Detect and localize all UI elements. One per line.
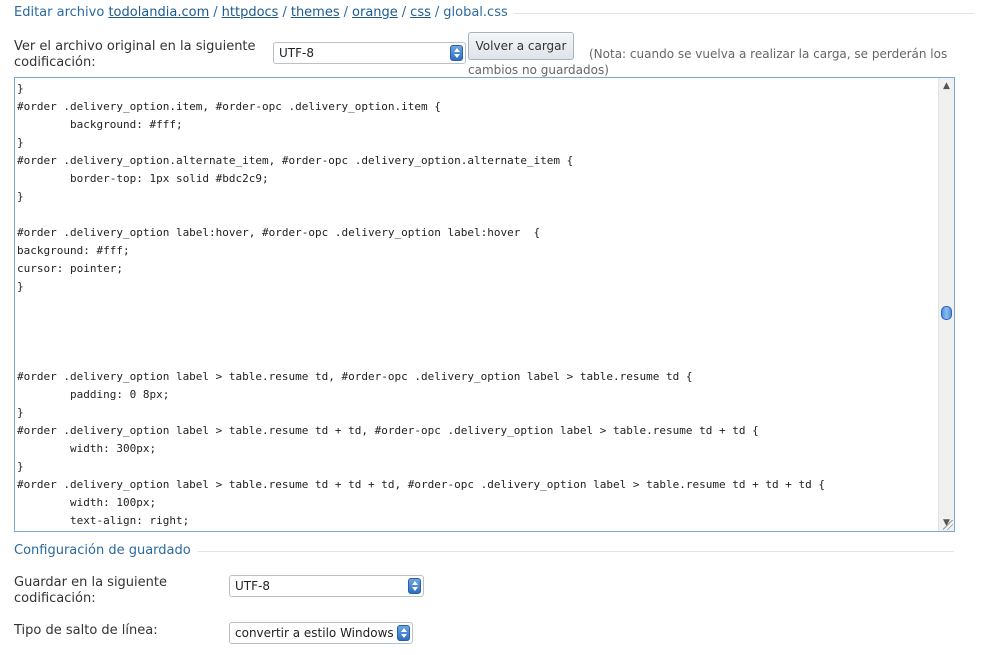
- code-line: #order .delivery_option.item, #order-opc…: [17, 100, 441, 113]
- code-line: }: [17, 460, 24, 473]
- code-line: border-top: 1px solid #bdc2c9;: [17, 172, 269, 185]
- scroll-up-icon[interactable]: ▲: [939, 78, 954, 94]
- breadcrumb-link-css[interactable]: css: [410, 5, 431, 20]
- select-arrows-icon: [450, 45, 463, 61]
- code-line: width: 300px;: [17, 442, 157, 455]
- original-encoding-value: UTF-8: [279, 46, 314, 60]
- code-line: #order .delivery_option.alternate_item, …: [17, 154, 574, 167]
- reload-note-line2: cambios no guardados): [468, 63, 609, 77]
- code-line: background: #fff;: [17, 244, 130, 257]
- reload-note-line1: (Nota: cuando se vuelva a realizar la ca…: [589, 47, 948, 61]
- code-text-area[interactable]: } #order .delivery_option.item, #order-op…: [17, 80, 935, 531]
- file-editor-page: Editar archivo todolandia.com / httpdocs / t…: [0, 0, 996, 655]
- code-line: #order .delivery_option label > table.re…: [17, 424, 759, 437]
- linebreak-select[interactable]: convertir a estilo Windows: [229, 622, 413, 644]
- code-line: cursor: pointer;: [17, 262, 123, 275]
- breadcrumb-current-file: global.css: [443, 5, 508, 20]
- save-encoding-value: UTF-8: [235, 579, 270, 593]
- linebreak-value: convertir a estilo Windows: [235, 626, 394, 640]
- save-encoding-label: Guardar en la siguiente codificación:: [14, 575, 214, 607]
- breadcrumb-link-domain[interactable]: todolandia.com: [108, 5, 209, 20]
- code-line: text-align: right;: [17, 514, 190, 527]
- breadcrumb-separator: /: [343, 5, 349, 20]
- select-arrows-icon: [397, 625, 410, 641]
- code-line: padding: 0 8px;: [17, 388, 170, 401]
- code-line: #order .delivery_option label > table.re…: [17, 478, 825, 491]
- code-line: }: [17, 82, 24, 95]
- breadcrumb-separator: /: [282, 5, 287, 20]
- code-line: background: #fff;: [17, 118, 183, 131]
- original-encoding-select[interactable]: UTF-8: [273, 42, 466, 64]
- breadcrumb-link-httpdocs[interactable]: httpdocs: [222, 5, 279, 20]
- editor-scrollbar[interactable]: ▲ ▼: [938, 78, 954, 531]
- resize-grip-icon[interactable]: [943, 520, 953, 530]
- save-encoding-label-line1: Guardar en la siguiente: [14, 575, 167, 590]
- code-line: width: 100px;: [17, 496, 157, 509]
- original-encoding-label-line1: Ver el archivo original en la siguiente: [14, 39, 256, 54]
- code-line: }: [17, 190, 24, 203]
- breadcrumb-separator: /: [434, 5, 440, 20]
- original-encoding-label-line2: codificación:: [14, 55, 96, 70]
- breadcrumb-separator: /: [213, 5, 218, 20]
- code-line: }: [17, 530, 935, 531]
- original-encoding-label: Ver el archivo original en la siguiente …: [14, 39, 264, 71]
- breadcrumb-link-orange[interactable]: orange: [352, 5, 398, 20]
- scrollbar-thumb[interactable]: [941, 305, 952, 320]
- save-encoding-select[interactable]: UTF-8: [229, 575, 424, 597]
- code-line: }: [17, 280, 24, 293]
- breadcrumb-link-themes[interactable]: themes: [291, 5, 340, 20]
- select-arrows-icon: [408, 578, 421, 594]
- save-encoding-label-line2: codificación:: [14, 591, 96, 606]
- code-editor[interactable]: } #order .delivery_option.item, #order-op…: [14, 77, 955, 532]
- code-line: #order .delivery_option label > table.re…: [17, 370, 693, 383]
- code-line: }: [17, 406, 24, 419]
- reload-button[interactable]: Volver a cargar: [468, 32, 574, 60]
- breadcrumb: Editar archivo todolandia.com / httpdocs / t…: [14, 5, 514, 20]
- code-line: }: [17, 136, 24, 149]
- breadcrumb-prefix: Editar archivo: [14, 5, 105, 20]
- code-line: #order .delivery_option label:hover, #or…: [17, 226, 541, 239]
- linebreak-label: Tipo de salto de línea:: [14, 623, 158, 638]
- breadcrumb-separator: /: [401, 5, 407, 20]
- save-settings-legend: Configuración de guardado: [14, 543, 197, 558]
